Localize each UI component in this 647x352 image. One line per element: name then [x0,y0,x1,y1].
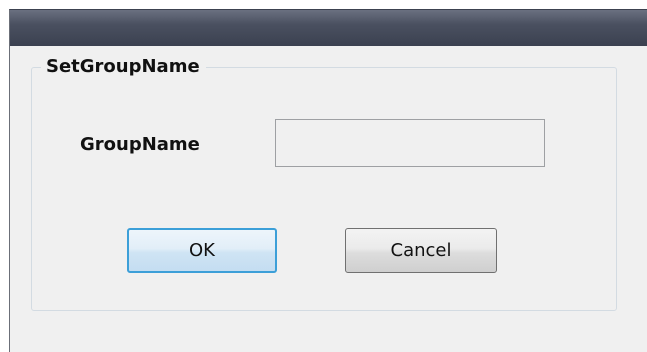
ok-button[interactable]: OK [127,228,277,273]
groupbox-title: SetGroupName [41,55,206,79]
title-bar[interactable] [10,10,647,46]
cancel-button[interactable]: Cancel [345,228,497,273]
group-name-label: GroupName [80,134,200,155]
set-group-name-groupbox [31,67,617,311]
group-name-input[interactable] [275,119,545,167]
